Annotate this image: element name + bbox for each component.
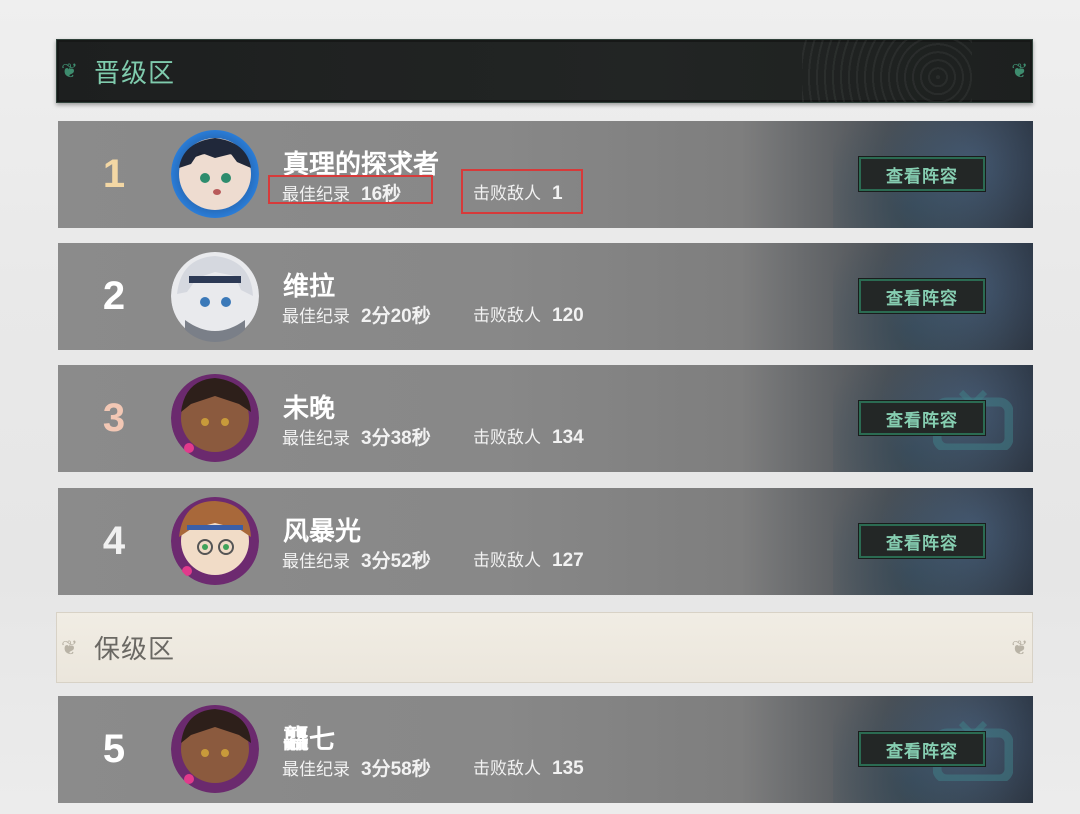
rank-number: 3: [102, 396, 126, 440]
rank-number: 1: [102, 152, 126, 196]
best-record-label: 最佳纪录: [282, 429, 350, 448]
best-record-label: 最佳纪录: [282, 760, 350, 779]
view-lineup-button[interactable]: 查看阵容: [858, 400, 986, 436]
best-record: 最佳纪录 2分20秒: [282, 301, 431, 328]
player-avatar[interactable]: [171, 250, 259, 342]
enemies-defeated-label: 击败敌人: [473, 551, 541, 570]
rank-number: 5: [102, 727, 126, 771]
enemies-defeated-label: 击败敌人: [473, 428, 541, 447]
enemies-defeated: 击败敌人 134: [473, 423, 584, 449]
enemies-defeated-value: 1: [552, 183, 563, 204]
leaderboard-row-1: 1 真理的探求者 最佳纪录 16秒 击败敌人 1 查看阵容: [58, 121, 1033, 228]
best-record: 最佳纪录 16秒: [282, 179, 401, 206]
ornament-icon: ❦: [1011, 637, 1028, 659]
view-lineup-button[interactable]: 查看阵容: [858, 523, 986, 559]
best-record: 最佳纪录 3分52秒: [282, 546, 431, 573]
best-record-value: 2分20秒: [361, 306, 431, 327]
best-record-value: 16秒: [361, 184, 402, 205]
player-avatar[interactable]: [171, 495, 259, 587]
player-name: 维拉: [283, 271, 336, 301]
ornament-icon: ❦: [61, 60, 78, 83]
ornament-icon: ❦: [1011, 60, 1028, 83]
best-record-value: 3分58秒: [361, 759, 431, 780]
best-record: 最佳纪录 3分58秒: [282, 754, 431, 781]
best-record-value: 3分38秒: [361, 428, 431, 449]
player-name: 风暴光: [283, 516, 362, 546]
rank-number: 4: [102, 519, 126, 563]
enemies-defeated: 击败敌人 127: [473, 546, 584, 572]
best-record-value: 3分52秒: [361, 551, 431, 572]
enemies-defeated-value: 135: [552, 758, 584, 779]
relegation-zone-title: 保级区: [94, 634, 176, 664]
enemies-defeated-label: 击败敌人: [473, 759, 541, 778]
promotion-zone-header: ❦ 晋级区 ❦: [56, 39, 1033, 103]
view-lineup-button[interactable]: 查看阵容: [858, 731, 986, 767]
header-decoration: [802, 40, 972, 102]
enemies-defeated-label: 击败敌人: [473, 184, 541, 203]
enemies-defeated-value: 120: [552, 305, 584, 326]
player-name: 真理的探求者: [283, 149, 440, 179]
player-avatar[interactable]: [171, 703, 259, 795]
leaderboard-row-2: 2 维拉 最佳纪录 2分20秒 击败敌人 120 查看阵容: [58, 243, 1033, 350]
enemies-defeated-value: 127: [552, 550, 584, 571]
enemies-defeated: 击败敌人 135: [473, 754, 584, 780]
player-name: 未晚: [283, 393, 336, 423]
best-record-label: 最佳纪录: [282, 552, 350, 571]
relegation-zone-header: ❦ 保级区 ❦: [56, 612, 1033, 683]
promotion-zone-title: 晋级区: [94, 57, 176, 88]
best-record: 最佳纪录 3分38秒: [282, 423, 431, 450]
leaderboard-row-5: 5 龘七 最佳纪录 3分58秒 击败敌人 135 查看阵容: [58, 696, 1033, 803]
enemies-defeated-value: 134: [552, 427, 584, 448]
leaderboard-row-3: 3 未晚 最佳纪录 3分38秒 击败敌人 134 查看阵容: [58, 365, 1033, 472]
view-lineup-button[interactable]: 查看阵容: [858, 156, 986, 192]
best-record-label: 最佳纪录: [282, 307, 350, 326]
player-avatar[interactable]: [171, 372, 259, 464]
enemies-defeated: 击败敌人 120: [473, 301, 584, 327]
best-record-label: 最佳纪录: [282, 185, 350, 204]
player-name: 龘七: [283, 724, 336, 754]
rank-number: 2: [102, 274, 126, 318]
enemies-defeated: 击败敌人 1: [473, 179, 563, 205]
view-lineup-button[interactable]: 查看阵容: [858, 278, 986, 314]
player-avatar[interactable]: [171, 128, 259, 220]
leaderboard-row-4: 4 风暴光 最佳纪录 3分52秒 击败敌人 127 查看阵容: [58, 488, 1033, 595]
enemies-defeated-label: 击败敌人: [473, 306, 541, 325]
ornament-icon: ❦: [61, 637, 78, 659]
